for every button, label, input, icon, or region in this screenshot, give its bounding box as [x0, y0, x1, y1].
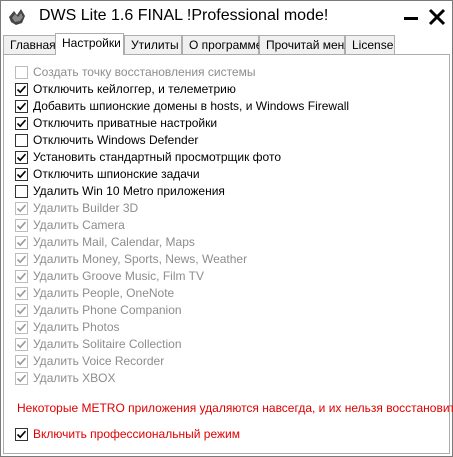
checkmark-icon — [16, 306, 27, 314]
option-label: Установить стандартный просмотрщик фото — [33, 150, 282, 164]
option-label: Создать точку восстановления системы — [33, 65, 256, 79]
option-checkbox — [15, 354, 28, 368]
option-checkbox — [15, 235, 28, 249]
window-title: DWS Lite 1.6 FINAL !Professional mode! — [39, 7, 329, 24]
option-checkbox[interactable] — [15, 150, 28, 164]
tab-about[interactable]: О программе — [182, 35, 262, 54]
checkmark-icon — [16, 323, 27, 331]
option-row: Создать точку восстановления системы — [15, 64, 255, 80]
option-checkbox[interactable] — [15, 133, 28, 147]
pro-mode-checkbox-row[interactable]: Включить профессиональный режим — [15, 426, 240, 442]
option-label: Отключить кейлоггер, и телеметрию — [33, 82, 236, 96]
checkmark-icon — [16, 357, 27, 365]
checkmark-icon — [16, 340, 27, 348]
app-icon — [9, 9, 25, 25]
option-checkbox — [15, 286, 28, 300]
option-row: Удалить Builder 3D — [15, 200, 138, 216]
option-row[interactable]: Отключить Windows Defender — [15, 132, 198, 148]
option-row: Удалить Mail, Calendar, Maps — [15, 234, 195, 250]
main-window: DWS Lite 1.6 FINAL !Professional mode! Г… — [0, 0, 453, 457]
option-label: Удалить Phone Companion — [33, 303, 182, 317]
checkmark-icon — [16, 238, 27, 246]
option-label: Удалить XBOX — [33, 371, 116, 385]
tab-license[interactable]: License — [345, 35, 395, 54]
checkmark-icon — [16, 153, 27, 161]
tab-strip: Главная Настройки Утилиты О программе Пр… — [3, 33, 450, 55]
option-row[interactable]: Установить стандартный просмотрщик фото — [15, 149, 281, 165]
option-row[interactable]: Удалить Win 10 Metro приложения — [15, 183, 225, 199]
option-checkbox — [15, 269, 28, 283]
option-row: Удалить Voice Recorder — [15, 353, 164, 369]
checkmark-icon — [16, 170, 27, 178]
checkmark-icon — [16, 221, 27, 229]
option-label: Удалить Win 10 Metro приложения — [33, 184, 225, 198]
option-checkbox — [15, 252, 28, 266]
option-label: Удалить Money, Sports, News, Weather — [33, 252, 248, 266]
checkmark-icon — [16, 430, 27, 438]
option-label: Удалить Voice Recorder — [33, 354, 165, 368]
tab-readme[interactable]: Прочитай меня — [259, 35, 351, 54]
minimize-icon[interactable] — [399, 5, 423, 29]
option-row[interactable]: Отключить приватные настройки — [15, 115, 217, 131]
checkmark-icon — [16, 102, 27, 110]
checkmark-icon — [16, 255, 27, 263]
checkmark-icon — [16, 374, 27, 382]
option-checkbox — [15, 320, 28, 334]
checkmark-icon — [16, 289, 27, 297]
option-checkbox — [15, 337, 28, 351]
option-row[interactable]: Добавить шпионские домены в hosts, и Win… — [15, 98, 349, 114]
option-label: Удалить People, OneNote — [33, 286, 175, 300]
option-label: Отключить приватные настройки — [33, 116, 218, 130]
tab-home[interactable]: Главная — [3, 35, 57, 54]
option-label: Добавить шпионские домены в hosts, и Win… — [33, 99, 350, 113]
tab-settings[interactable]: Настройки — [55, 33, 124, 55]
option-checkbox — [15, 303, 28, 317]
option-row[interactable]: Отключить кейлоггер, и телеметрию — [15, 81, 236, 97]
option-checkbox — [15, 201, 28, 215]
option-row: Удалить Phone Companion — [15, 302, 182, 318]
option-label: Удалить Solitaire Collection — [33, 337, 182, 351]
option-row: Удалить Camera — [15, 217, 125, 233]
option-label: Удалить Mail, Calendar, Maps — [33, 235, 195, 249]
checkmark-icon — [16, 272, 27, 280]
pro-mode-checkbox[interactable] — [15, 427, 28, 441]
pro-mode-label: Включить профессиональный режим — [33, 427, 240, 441]
option-row: Удалить People, OneNote — [15, 285, 174, 301]
close-icon[interactable] — [425, 5, 449, 29]
option-checkbox[interactable] — [15, 99, 28, 113]
option-row: Удалить Solitaire Collection — [15, 336, 182, 352]
option-label: Удалить Camera — [33, 218, 125, 232]
tab-utilities[interactable]: Утилиты — [124, 35, 182, 54]
option-label: Удалить Photos — [33, 320, 120, 334]
warning-text: Некоторые METRO приложения удаляются нав… — [17, 401, 453, 415]
option-row[interactable]: Отключить шпионские задачи — [15, 166, 200, 182]
option-label: Отключить Windows Defender — [33, 133, 199, 147]
option-label: Удалить Builder 3D — [33, 201, 139, 215]
option-checkbox[interactable] — [15, 116, 28, 130]
option-row: Удалить Money, Sports, News, Weather — [15, 251, 247, 267]
settings-panel: Создать точку восстановления системы Откл… — [3, 54, 453, 454]
option-checkbox[interactable] — [15, 167, 28, 181]
option-row: Удалить Groove Music, Film TV — [15, 268, 204, 284]
checkmark-icon — [16, 204, 27, 212]
option-checkbox — [15, 371, 28, 385]
title-bar[interactable]: DWS Lite 1.6 FINAL !Professional mode! — [1, 1, 452, 33]
option-row: Удалить Photos — [15, 319, 120, 335]
option-checkbox — [15, 65, 28, 79]
option-checkbox — [15, 218, 28, 232]
option-checkbox[interactable] — [15, 82, 28, 96]
option-label: Удалить Groove Music, Film TV — [33, 269, 204, 283]
option-checkbox[interactable] — [15, 184, 28, 198]
checkmark-icon — [16, 85, 27, 93]
option-label: Отключить шпионские задачи — [33, 167, 200, 181]
option-row: Удалить XBOX — [15, 370, 116, 386]
checkmark-icon — [16, 119, 27, 127]
